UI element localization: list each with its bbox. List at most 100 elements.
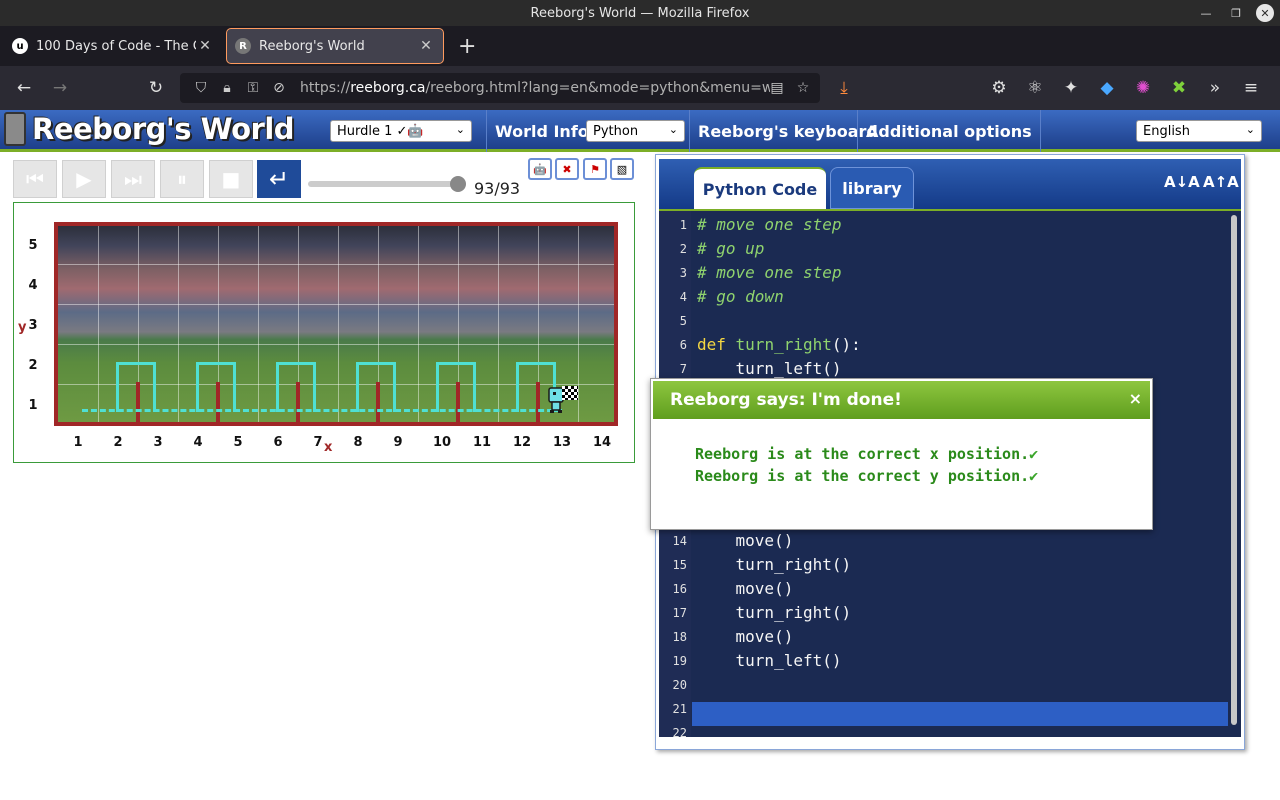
close-tab-icon[interactable]: ✕ xyxy=(196,38,214,54)
tab-title: 100 Days of Code - The Com xyxy=(36,38,196,54)
code-line: move() xyxy=(697,627,794,646)
x-tick-label: 13 xyxy=(552,435,572,450)
x-tick-label: 3 xyxy=(153,435,163,450)
hamburger-menu-icon[interactable]: ≡ xyxy=(1235,72,1267,104)
screenshot-icon[interactable]: ▧ xyxy=(610,158,634,180)
message-x-position: Reeborg is at the correct x position. xyxy=(695,445,1030,463)
message-y-position: Reeborg is at the correct y position. xyxy=(695,467,1030,485)
reverse-step-button[interactable]: ⏮ xyxy=(13,160,57,198)
line-number: 21 xyxy=(672,702,687,716)
x-tick-label: 5 xyxy=(233,435,243,450)
additional-options-menu[interactable]: Additional options xyxy=(857,110,1041,152)
reader-view-icon[interactable]: ▤ xyxy=(764,80,790,96)
frame-slider-handle[interactable] xyxy=(450,176,466,192)
comment-text: # move one step xyxy=(697,263,842,282)
frame-slider-track[interactable] xyxy=(308,181,458,187)
robot-trace xyxy=(196,362,236,412)
download-icon[interactable]: ⤓ xyxy=(828,72,860,104)
keyword-text: def xyxy=(697,335,726,354)
udemy-icon: u xyxy=(12,38,28,54)
world-edit-icon[interactable]: ✖ xyxy=(555,158,579,180)
close-tab-icon[interactable]: ✕ xyxy=(417,38,435,54)
reeborg-icon: R xyxy=(235,38,251,54)
comment-text: # go up xyxy=(697,239,765,258)
goal-flag-icon xyxy=(562,386,578,400)
code-line: turn_left() xyxy=(697,651,842,670)
minimize-icon[interactable]: — xyxy=(1196,3,1216,23)
extension-tools-icon[interactable]: ✖ xyxy=(1163,72,1195,104)
line-number: 15 xyxy=(672,558,687,572)
stop-button[interactable]: ■ xyxy=(209,160,253,198)
x-tick-label: 9 xyxy=(393,435,403,450)
line-number: 2 xyxy=(679,242,687,256)
reeborg-header: Reeborg's World Hurdle 1 ✓🤖 ⌄ World Info… xyxy=(0,110,1280,152)
world-info-menu[interactable]: World Info xyxy=(486,110,597,152)
url-text[interactable]: https://reeborg.ca/reeborg.html?lang=en&… xyxy=(300,80,770,96)
increase-font-button[interactable]: A↑A xyxy=(1203,173,1239,191)
code-line: # move one step xyxy=(697,215,842,234)
chevron-down-icon: ⌄ xyxy=(1245,123,1255,136)
code-line: # go down xyxy=(697,287,784,306)
tab-100-days-of-code[interactable]: u 100 Days of Code - The Com ✕ xyxy=(4,28,222,64)
bookmark-star-icon[interactable]: ☆ xyxy=(790,80,816,96)
extension-cat-icon[interactable]: ✦ xyxy=(1055,72,1087,104)
x-tick-label: 14 xyxy=(592,435,612,450)
forward-icon[interactable]: → xyxy=(44,72,76,104)
extension-gem-icon[interactable]: ◆ xyxy=(1091,72,1123,104)
robot-edit-icon[interactable]: 🤖 xyxy=(528,158,552,180)
extension-color-wheel-icon[interactable]: ✺ xyxy=(1127,72,1159,104)
comment-text: # move one step xyxy=(697,215,842,234)
reload-icon[interactable]: ↻ xyxy=(140,72,172,104)
shield-icon[interactable]: ⛉ xyxy=(188,80,214,96)
x-tick-label: 11 xyxy=(472,435,492,450)
robot-trace xyxy=(356,362,396,412)
current-line-highlight xyxy=(692,702,1228,726)
line-number: 19 xyxy=(672,654,687,668)
restore-icon[interactable]: ❐ xyxy=(1226,3,1246,23)
language-select-value: Python xyxy=(593,123,639,139)
programming-language-select[interactable]: Python ⌄ xyxy=(586,120,685,142)
flag-icon[interactable]: ⚑ xyxy=(583,158,607,180)
line-number: 5 xyxy=(679,314,687,328)
tab-library[interactable]: library xyxy=(830,167,914,209)
more-tools-icon[interactable]: » xyxy=(1199,72,1231,104)
chevron-down-icon: ⌄ xyxy=(668,123,678,136)
tab-python-code[interactable]: Python Code xyxy=(694,167,826,209)
checkmark-icon: ✔ xyxy=(1029,445,1039,463)
pause-button[interactable]: ⏸ xyxy=(160,160,204,198)
permissions-icon[interactable]: ⚿ xyxy=(240,80,266,96)
x-tick-label: 4 xyxy=(193,435,203,450)
step-button[interactable]: ⏭ xyxy=(111,160,155,198)
ui-language-select[interactable]: English ⌄ xyxy=(1136,120,1262,142)
line-number: 1 xyxy=(679,218,687,232)
robot-trace xyxy=(436,362,476,412)
run-button[interactable]: ▶ xyxy=(62,160,106,198)
back-icon[interactable]: ← xyxy=(8,72,40,104)
robot-trace xyxy=(276,362,316,412)
code-text: (): xyxy=(831,335,861,354)
world-select[interactable]: Hurdle 1 ✓🤖 ⌄ xyxy=(330,120,472,142)
reload-world-button[interactable]: ↵ xyxy=(257,160,301,198)
lock-icon[interactable]: 🔒︎ xyxy=(214,80,240,96)
function-name: turn_right xyxy=(725,335,832,354)
tab-title: Reeborg's World xyxy=(259,38,365,54)
y-tick-label: 4 xyxy=(28,278,38,293)
close-window-icon[interactable]: ✕ xyxy=(1256,4,1274,22)
x-tick-label: 8 xyxy=(353,435,363,450)
line-number: 7 xyxy=(679,362,687,376)
world-grid xyxy=(54,222,618,426)
line-number: 17 xyxy=(672,606,687,620)
new-tab-icon[interactable]: + xyxy=(458,34,476,59)
tab-reeborgs-world[interactable]: R Reeborg's World ✕ xyxy=(226,28,444,64)
chevron-down-icon: ⌄ xyxy=(455,123,465,136)
extension-gear-icon[interactable]: ⚙ xyxy=(983,72,1015,104)
dialog-close-button[interactable]: × xyxy=(1129,389,1142,408)
line-number: 22 xyxy=(672,726,687,737)
editor-scrollbar[interactable] xyxy=(1231,215,1237,725)
extension-react-icon[interactable]: ⚛ xyxy=(1019,72,1051,104)
address-bar[interactable]: ⛉ 🔒︎ ⚿ ⊘ https://reeborg.ca/reeborg.html… xyxy=(180,73,820,103)
tracking-off-icon[interactable]: ⊘ xyxy=(266,80,292,96)
decrease-font-button[interactable]: A↓A xyxy=(1164,173,1200,191)
checkmark-icon: ✔ xyxy=(1029,467,1039,485)
code-line: turn_right() xyxy=(697,603,852,622)
